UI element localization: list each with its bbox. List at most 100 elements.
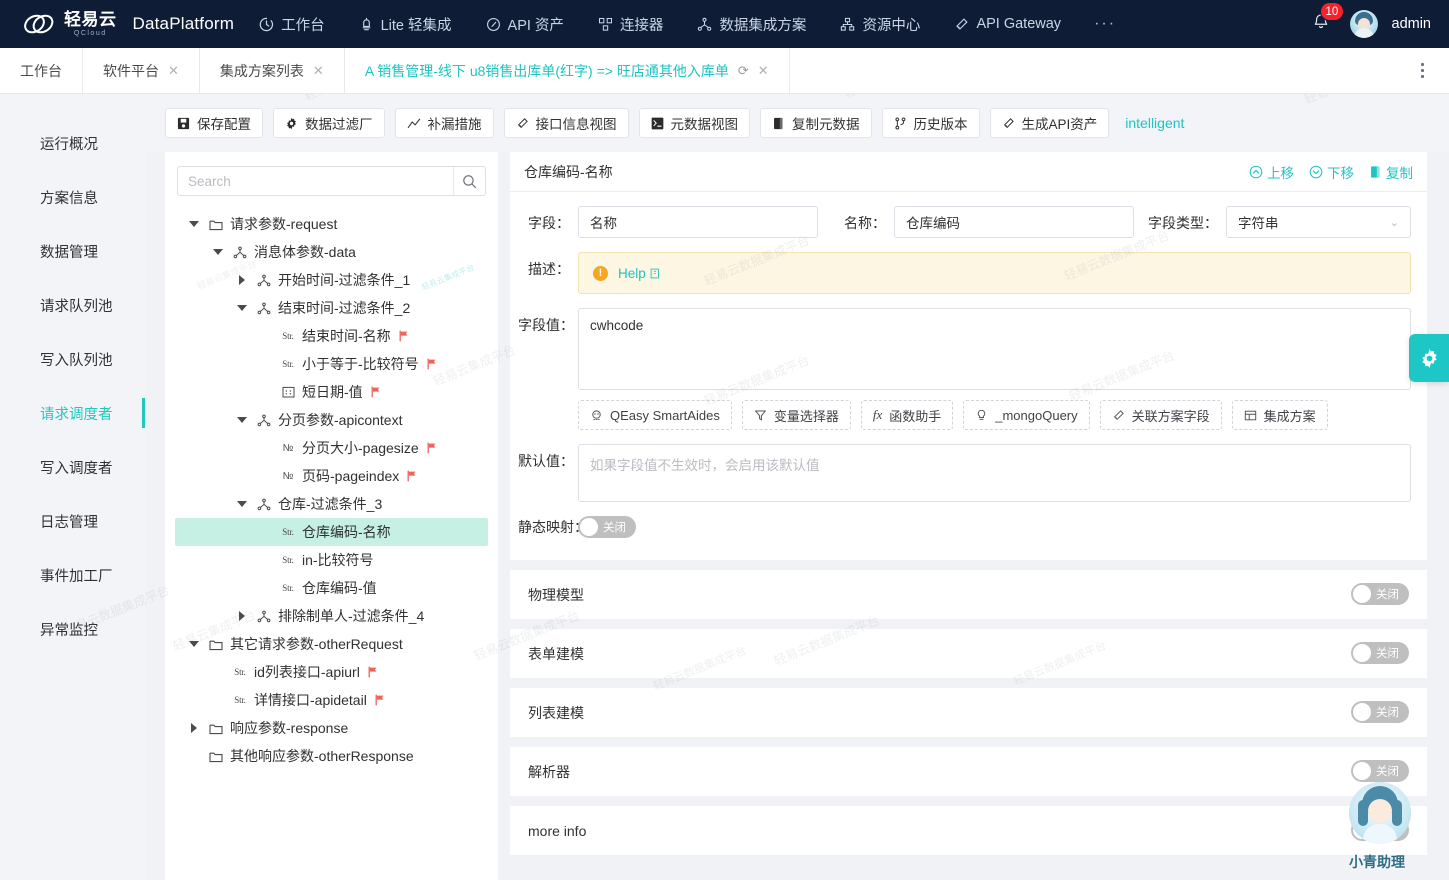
integration-scheme-button[interactable]: 集成方案 [1232, 400, 1328, 430]
tree-node[interactable]: Str.小于等于-比较符号 [175, 350, 488, 378]
nav-item-lite[interactable]: Lite 轻集成 [342, 0, 469, 48]
sidebar-item-exception-monitor[interactable]: 异常监控 [0, 602, 145, 656]
chevron-down-icon[interactable] [183, 641, 205, 647]
tree-node[interactable]: 其他响应参数-otherResponse [175, 742, 488, 770]
copy-metadata-button[interactable]: 复制元数据 [760, 108, 872, 138]
search-input[interactable] [178, 174, 453, 189]
avatar[interactable] [1350, 10, 1378, 38]
default-value-textarea[interactable] [578, 444, 1411, 502]
tree-node[interactable]: 短日期-值 [175, 378, 488, 406]
field-input[interactable] [578, 206, 818, 238]
section-toggle[interactable]: 关闭 [1351, 701, 1409, 724]
tree-node[interactable]: 分页参数-apicontext [175, 406, 488, 434]
history-version-button[interactable]: 历史版本 [882, 108, 980, 138]
sidebar-item-write-queue-pool[interactable]: 写入队列池 [0, 332, 145, 386]
tab-software-platform[interactable]: 软件平台 ✕ [83, 48, 200, 93]
xiaoqing-assistant-widget[interactable]: 小青助理 [1327, 782, 1427, 874]
sidebar-item-event-factory[interactable]: 事件加工厂 [0, 548, 145, 602]
function-helper-button[interactable]: fx 函数助手 [861, 400, 953, 430]
section-list-modeling[interactable]: 列表建模 关闭 [510, 688, 1427, 737]
brand-logo[interactable]: 轻易云 QCloud [22, 9, 117, 39]
nav-item-api-gateway[interactable]: API Gateway [937, 0, 1078, 48]
field-value-textarea[interactable] [578, 308, 1411, 390]
tab-reload-icon[interactable]: ⟳ [738, 63, 749, 79]
sidebar-item-scheme-info[interactable]: 方案信息 [0, 170, 145, 224]
tree-node[interactable]: Str.in-比较符号 [175, 546, 488, 574]
save-config-button[interactable]: 保存配置 [165, 108, 263, 138]
nav-item-connectors[interactable]: 连接器 [581, 0, 681, 48]
tree-node[interactable]: Str.结束时间-名称 [175, 322, 488, 350]
tree-node[interactable]: 结束时间-过滤条件_2 [175, 294, 488, 322]
username-label[interactable]: admin [1392, 16, 1432, 32]
tree-node[interactable]: Str.id列表接口-apiurl [175, 658, 488, 686]
nav-item-data-integration[interactable]: 数据集成方案 [680, 0, 823, 48]
notifications-button[interactable]: 10 [1310, 11, 1336, 37]
tree-node[interactable]: 开始时间-过滤条件_1 [175, 266, 488, 294]
sidebar-item-write-scheduler[interactable]: 写入调度者 [0, 440, 145, 494]
nav-item-api-assets[interactable]: API 资产 [469, 0, 581, 48]
sidebar-item-request-scheduler[interactable]: 请求调度者 [0, 386, 145, 440]
chevron-down-icon[interactable] [207, 249, 229, 255]
section-physical-model[interactable]: 物理模型 关闭 [510, 570, 1427, 619]
data-filter-factory-button[interactable]: 数据过滤厂 [273, 108, 385, 138]
move-down-button[interactable]: 下移 [1309, 162, 1354, 182]
chevron-down-icon[interactable] [231, 417, 253, 423]
tree-search-box[interactable] [177, 166, 486, 196]
chevron-down-icon[interactable] [231, 501, 253, 507]
tree-node[interactable]: 排除制单人-过滤条件_4 [175, 602, 488, 630]
section-toggle[interactable]: 关闭 [1351, 583, 1409, 606]
static-mapping-toggle[interactable]: 关闭 [578, 516, 636, 538]
section-parser[interactable]: 解析器 关闭 [510, 747, 1427, 796]
toggle-state-label: 关闭 [1371, 645, 1407, 661]
tree-node[interactable]: 响应参数-response [175, 714, 488, 742]
section-form-modeling[interactable]: 表单建模 关闭 [510, 629, 1427, 678]
nav-item-workbench[interactable]: 工作台 [242, 0, 342, 48]
intelligent-link[interactable]: intelligent [1125, 115, 1184, 131]
nav-more-button[interactable]: ··· [1078, 15, 1132, 33]
tree-node[interactable]: Str.仓库编码-名称 [175, 518, 488, 546]
chevron-right-icon[interactable] [231, 275, 253, 285]
metadata-view-button[interactable]: 元数据视图 [639, 108, 751, 138]
tree-node[interactable]: №分页大小-pagesize [175, 434, 488, 462]
move-up-button[interactable]: 上移 [1249, 162, 1294, 182]
sidebar-item-data-management[interactable]: 数据管理 [0, 224, 145, 278]
help-link[interactable]: Help [618, 266, 661, 281]
sidebar-item-log-management[interactable]: 日志管理 [0, 494, 145, 548]
tree-node[interactable]: 其它请求参数-otherRequest [175, 630, 488, 658]
sidebar-item-overview[interactable]: 运行概况 [0, 116, 145, 170]
tree-node[interactable]: №页码-pageindex [175, 462, 488, 490]
tab-active-scheme[interactable]: A 销售管理-线下 u8销售出库单(红字) => 旺店通其他入库单 ⟳ ✕ [345, 48, 790, 93]
nav-item-resource-center[interactable]: 资源中心 [823, 0, 937, 48]
tree-node[interactable]: 消息体参数-data [175, 238, 488, 266]
patch-measures-button[interactable]: 补漏措施 [395, 108, 494, 138]
section-more-info[interactable]: more info 关闭 [510, 806, 1427, 855]
tree-node[interactable]: 请求参数-request [175, 210, 488, 238]
tab-close-icon[interactable]: ✕ [313, 63, 324, 79]
field-type-select[interactable]: 字符串 ⌄ [1226, 206, 1411, 238]
chevron-down-icon[interactable] [183, 221, 205, 227]
generate-api-asset-button[interactable]: 生成API资产 [990, 108, 1110, 138]
chevron-right-icon[interactable] [183, 723, 205, 733]
tab-workbench[interactable]: 工作台 [0, 48, 83, 93]
tab-close-icon[interactable]: ✕ [168, 63, 179, 79]
sidebar-item-request-queue-pool[interactable]: 请求队列池 [0, 278, 145, 332]
variable-selector-button[interactable]: 变量选择器 [742, 400, 851, 430]
search-button[interactable] [453, 167, 485, 195]
interface-info-view-button[interactable]: 接口信息视图 [504, 108, 629, 138]
related-scheme-field-button[interactable]: 关联方案字段 [1100, 400, 1222, 430]
tab-close-icon[interactable]: ✕ [758, 63, 769, 79]
chevron-right-icon[interactable] [231, 611, 253, 621]
tab-integration-list[interactable]: 集成方案列表 ✕ [200, 48, 345, 93]
section-toggle[interactable]: 关闭 [1351, 760, 1409, 783]
copy-button[interactable]: 复制 [1369, 162, 1413, 182]
name-input[interactable] [894, 206, 1134, 238]
mongo-query-button[interactable]: _mongoQuery [963, 400, 1089, 430]
tab-strip-more-button[interactable] [1395, 48, 1449, 93]
tree-node[interactable]: 仓库-过滤条件_3 [175, 490, 488, 518]
chevron-down-icon[interactable] [231, 305, 253, 311]
tree-node[interactable]: Str.仓库编码-值 [175, 574, 488, 602]
section-toggle[interactable]: 关闭 [1351, 642, 1409, 665]
settings-side-tab[interactable] [1409, 334, 1449, 382]
qeasy-smartaides-button[interactable]: QEasy SmartAides [578, 400, 732, 430]
tree-node[interactable]: Str.详情接口-apidetail [175, 686, 488, 714]
